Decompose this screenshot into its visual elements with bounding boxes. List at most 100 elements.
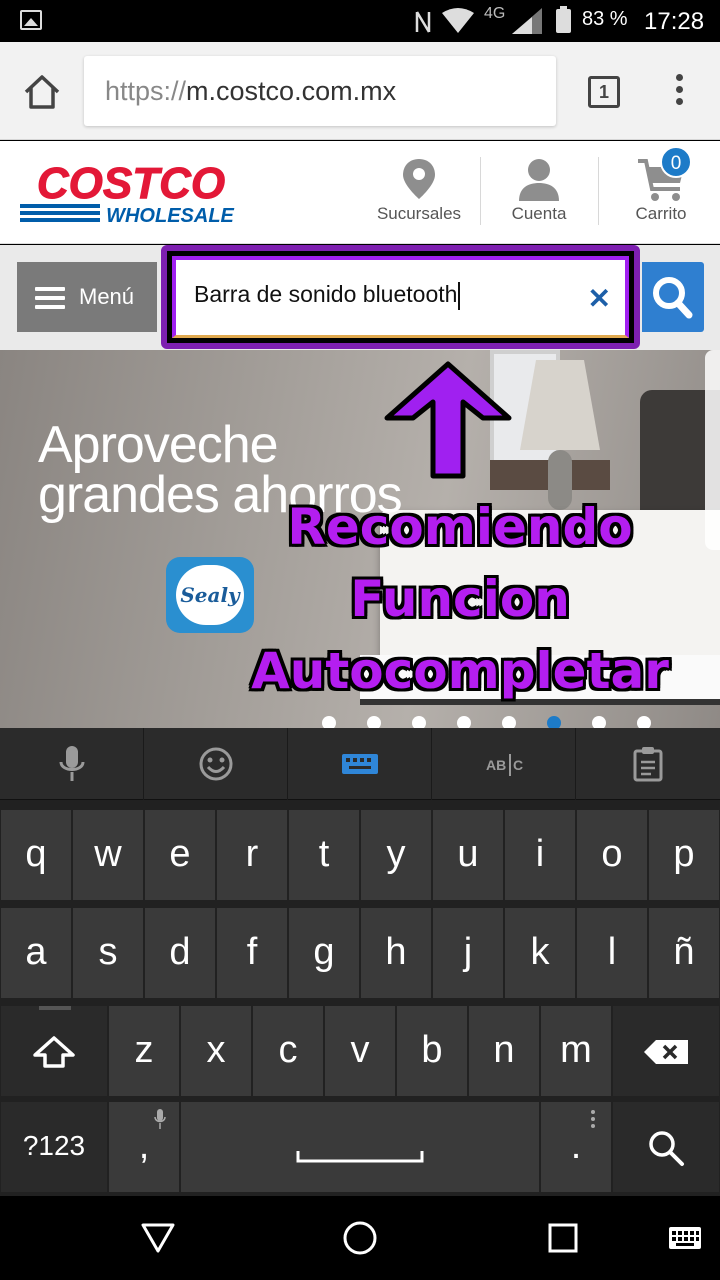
key-n-tilde[interactable]: ñ [649,908,719,998]
key-t[interactable]: t [289,810,359,900]
tab-switcher-button[interactable]: 1 [588,76,620,108]
carousel-dot[interactable] [322,716,336,728]
search-action-key[interactable] [613,1102,719,1192]
address-bar[interactable]: https://m.costco.com.mx [84,56,556,126]
back-icon[interactable] [140,1222,176,1254]
menu-button[interactable]: Menú [17,262,157,332]
key-p[interactable]: p [649,810,719,900]
key-h[interactable]: h [361,908,431,998]
carousel-dot[interactable] [637,716,651,728]
search-highlight-frame: Barra de sonido bluetooth ✕ [161,245,640,349]
home-icon[interactable] [22,72,62,112]
sealy-brand-text: Sealy [176,565,244,625]
keyboard-hide-icon[interactable] [668,1226,702,1250]
cart-count-badge: 0 [660,146,692,178]
key-l[interactable]: l [577,908,647,998]
clock: 17:28 [644,8,705,35]
text-caret [458,281,461,310]
period-key[interactable]: . [541,1102,611,1192]
hero-banner[interactable]: Aproveche grandes ahorros Sealy Recomien… [0,350,720,728]
carousel-dot[interactable] [592,716,606,728]
gallery-notification-icon [20,10,42,30]
home-nav-icon[interactable] [342,1220,378,1256]
site-header: COSTCO WHOLESALE Sucursales Cuenta Carri… [0,141,720,244]
nav-sucursales[interactable]: Sucursales [364,155,474,223]
key-q[interactable]: q [1,810,71,900]
carousel-dot[interactable] [502,716,516,728]
key-o[interactable]: o [577,810,647,900]
carousel-dot[interactable] [457,716,471,728]
battery-icon [556,6,571,33]
key-c[interactable]: c [253,1006,323,1096]
voice-input-button[interactable] [0,728,144,800]
key-j[interactable]: j [433,908,503,998]
key-r[interactable]: r [217,810,287,900]
emoji-button[interactable] [144,728,288,800]
key-g[interactable]: g [289,908,359,998]
comma-label: , [138,1125,150,1167]
header-divider [480,157,481,225]
svg-text:WHOLESALE: WHOLESALE [106,205,234,226]
hero-title-line1: Aproveche [38,416,279,474]
carousel-indicators [322,716,720,728]
key-f[interactable]: f [217,908,287,998]
key-n[interactable]: n [469,1006,539,1096]
keyboard-switch-button[interactable] [288,728,432,800]
key-d[interactable]: d [145,908,215,998]
key-i[interactable]: i [505,810,575,900]
carousel-dot-active[interactable] [547,716,561,728]
key-a[interactable]: a [1,908,71,998]
svg-text:AB: AB [486,757,506,773]
key-y[interactable]: y [361,810,431,900]
key-w[interactable]: w [73,810,143,900]
shift-key[interactable] [1,1006,107,1096]
key-m[interactable]: m [541,1006,611,1096]
status-bar: 4G 83 % 17:28 [0,0,720,42]
keyboard-icon [341,754,378,774]
url-host: m.costco.com.mx [186,76,397,106]
soft-keyboard: AB C q w e r t y u i o p a s d f g h j k… [0,728,720,1196]
key-x[interactable]: x [181,1006,251,1096]
clipboard-icon [633,747,663,782]
carousel-dot[interactable] [367,716,381,728]
signal-icon [512,8,542,34]
carousel-dot[interactable] [412,716,426,728]
emoji-icon [199,747,232,781]
key-e[interactable]: e [145,810,215,900]
spellcheck-icon: AB C [486,754,523,776]
key-v[interactable]: v [325,1006,395,1096]
comma-key[interactable]: , [109,1102,179,1192]
spellcheck-button[interactable]: AB C [432,728,576,800]
shift-indicator [39,1006,71,1010]
costco-logo[interactable]: COSTCO WHOLESALE [18,160,244,226]
space-key[interactable] [181,1102,539,1192]
nav-sucursales-label: Sucursales [376,204,462,223]
key-k[interactable]: k [505,908,575,998]
key-s[interactable]: s [73,908,143,998]
network-type: 4G [484,5,506,22]
up-arrow-annotation-icon [384,361,512,479]
space-bar-icon [296,1150,424,1163]
key-z[interactable]: z [109,1006,179,1096]
backspace-icon [644,1039,688,1064]
overflow-menu-icon[interactable] [674,74,684,110]
header-divider [598,157,599,225]
nav-cuenta[interactable]: Cuenta [484,155,594,223]
key-u[interactable]: u [433,810,503,900]
sealy-logo: Sealy [166,557,254,633]
keyboard-toolbar: AB C [0,728,720,800]
recents-icon[interactable] [548,1223,578,1253]
search-submit-button[interactable] [642,262,704,332]
backspace-key[interactable] [613,1006,719,1096]
side-drawer-handle[interactable] [705,350,720,550]
clipboard-button[interactable] [576,728,720,800]
period-more-icon [591,1110,595,1130]
nav-cuenta-label: Cuenta [511,204,567,223]
annotation-line2: Funcion [350,570,570,628]
clear-search-icon[interactable]: ✕ [588,282,611,315]
symbols-key[interactable]: ?123 [1,1102,107,1192]
system-navigation-bar [0,1196,720,1280]
wifi-icon [442,8,474,33]
search-input[interactable]: Barra de sonido bluetooth ✕ [172,256,629,338]
key-b[interactable]: b [397,1006,467,1096]
